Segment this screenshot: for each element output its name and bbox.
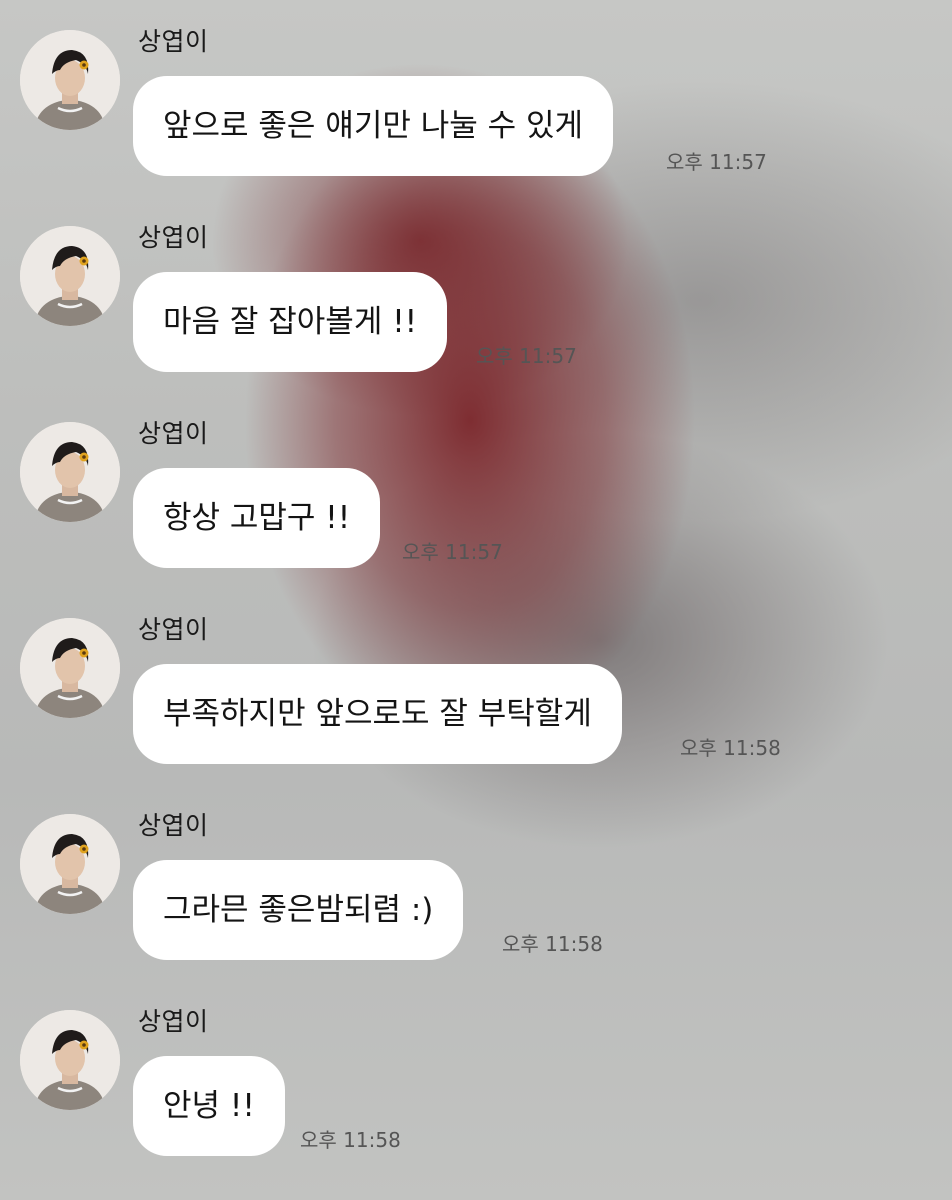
message-timestamp: 오후 11:57 [666, 150, 767, 174]
message-timestamp: 오후 11:58 [680, 736, 781, 760]
profile-photo-icon [20, 30, 120, 130]
message-timestamp: 오후 11:57 [476, 344, 577, 368]
message-bubble[interactable]: 부족하지만 앞으로도 잘 부탁할게 [133, 664, 622, 764]
avatar[interactable] [20, 30, 120, 130]
message-timestamp: 오후 11:58 [300, 1128, 401, 1152]
message-timestamp: 오후 11:58 [502, 932, 603, 956]
message-timestamp: 오후 11:57 [402, 540, 503, 564]
sender-name: 상엽이 [138, 811, 209, 840]
sender-name: 상엽이 [138, 223, 209, 252]
sender-name: 상엽이 [138, 615, 209, 644]
avatar[interactable] [20, 1010, 120, 1110]
profile-photo-icon [20, 618, 120, 718]
avatar[interactable] [20, 422, 120, 522]
avatar[interactable] [20, 814, 120, 914]
avatar[interactable] [20, 226, 120, 326]
message-bubble[interactable]: 마음 잘 잡아볼게 !! [133, 272, 448, 372]
sender-name: 상엽이 [138, 27, 209, 56]
profile-photo-icon [20, 1010, 120, 1110]
message-bubble[interactable]: 항상 고맙구 !! [133, 468, 381, 568]
profile-photo-icon [20, 814, 120, 914]
avatar[interactable] [20, 618, 120, 718]
sender-name: 상엽이 [138, 419, 209, 448]
message-bubble[interactable]: 그라믄 좋은밤되렴 :) [133, 860, 464, 960]
profile-photo-icon [20, 422, 120, 522]
message-bubble[interactable]: 앞으로 좋은 얘기만 나눌 수 있게 [133, 76, 614, 176]
message-bubble[interactable]: 안녕 !! [133, 1056, 285, 1156]
profile-photo-icon [20, 226, 120, 326]
sender-name: 상엽이 [138, 1007, 209, 1036]
